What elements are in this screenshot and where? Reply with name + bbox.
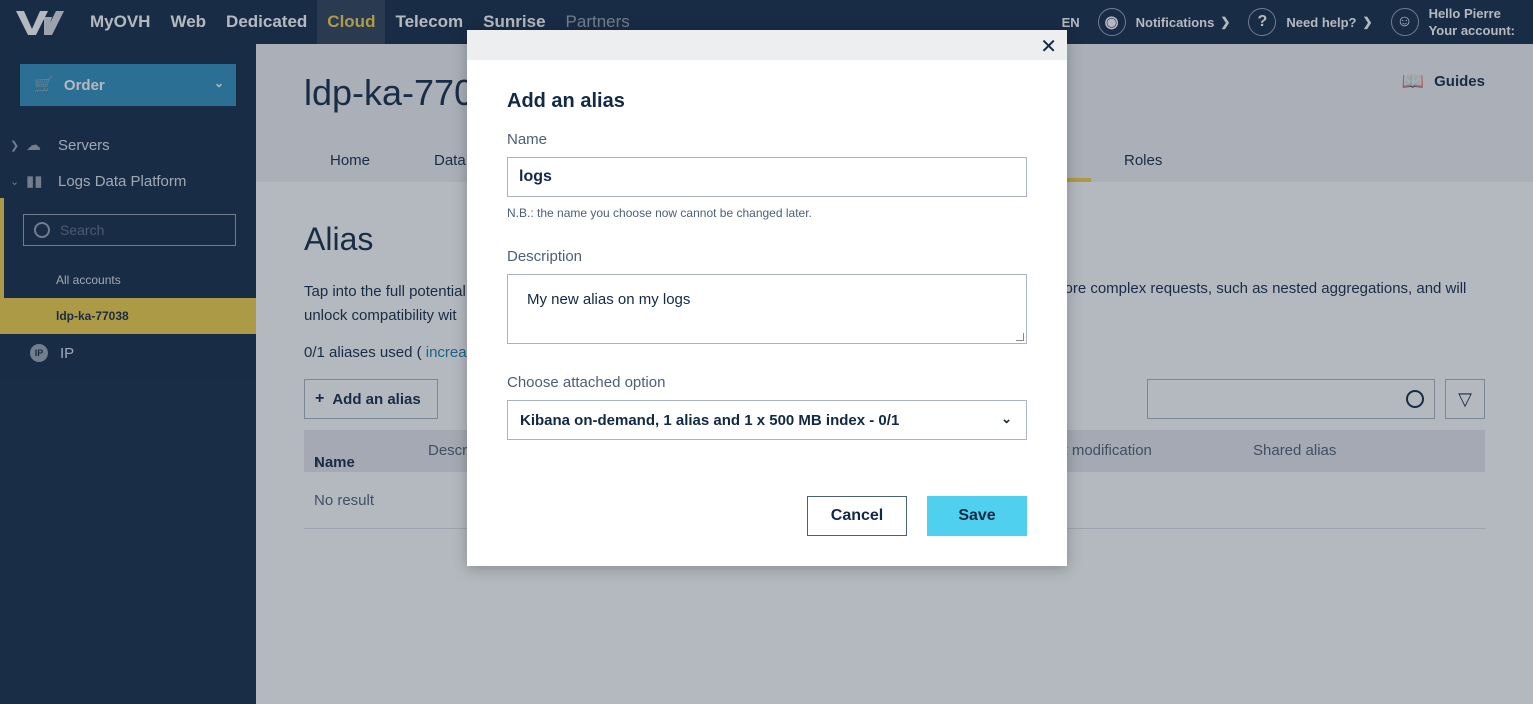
option-label: Choose attached option	[507, 374, 666, 391]
save-button[interactable]: Save	[927, 496, 1027, 536]
chevron-down-icon: ⌄	[1001, 411, 1012, 426]
resize-handle[interactable]	[1016, 333, 1024, 341]
cancel-button[interactable]: Cancel	[807, 496, 907, 536]
name-label: Name	[507, 131, 548, 148]
description-field[interactable]: My new alias on my logs	[507, 274, 1027, 344]
name-field[interactable]: logs	[507, 157, 1027, 197]
add-alias-dialog: ✕ Add an alias Name logs N.B.: the name …	[467, 30, 1067, 566]
description-value: My new alias on my logs	[527, 291, 691, 308]
description-label: Description	[507, 248, 583, 265]
close-icon[interactable]: ✕	[1040, 34, 1057, 59]
dialog-title: Add an alias	[507, 90, 625, 112]
name-hint: N.B.: the name you choose now cannot be …	[507, 206, 812, 220]
attached-option-select[interactable]: Kibana on-demand, 1 alias and 1 x 500 MB…	[507, 400, 1027, 440]
dialog-header-bar: ✕	[467, 30, 1067, 60]
selected-option: Kibana on-demand, 1 alias and 1 x 500 MB…	[520, 412, 900, 429]
